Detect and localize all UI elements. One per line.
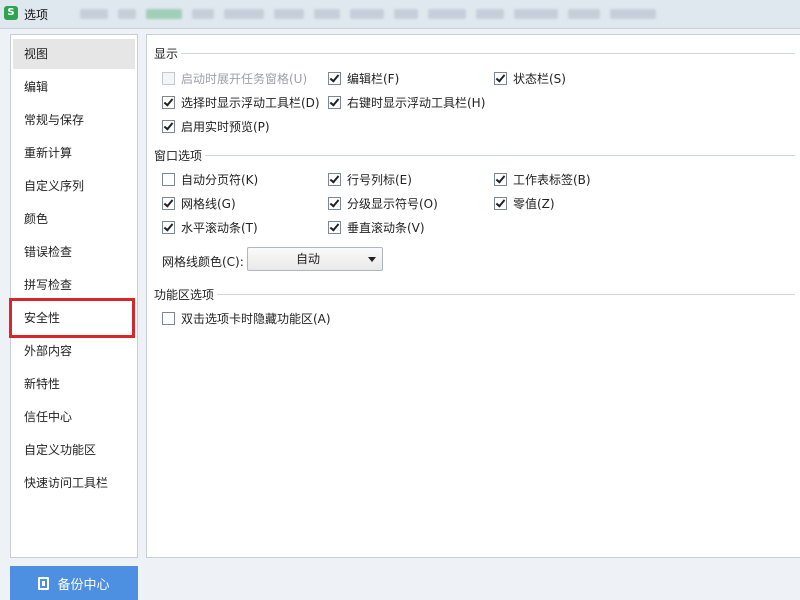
title-bar: S 选项 [0, 0, 800, 29]
backup-icon [38, 576, 50, 590]
checkbox-gridlines[interactable] [162, 196, 175, 210]
option-outline-symbols[interactable]: 分级显示符号(O) [328, 195, 438, 211]
sidebar-item-new-features[interactable]: 新特性 [13, 369, 135, 399]
option-status-bar[interactable]: 状态栏(S) [494, 70, 566, 86]
option-float-toolbar-on-right-click[interactable]: 右键时显示浮动工具栏(H) [328, 94, 485, 110]
sidebar-item-color[interactable]: 颜色 [13, 204, 135, 234]
gridline-color-label: 网格线颜色(C): [162, 255, 244, 269]
checkbox-auto-page-break[interactable] [162, 172, 175, 186]
checkbox-sheet-tabs[interactable] [494, 172, 507, 186]
blurred-background-toolbar [80, 9, 800, 19]
app-logo-icon: S [4, 6, 18, 20]
checkbox-expand-task-pane[interactable] [162, 71, 175, 85]
window-title: 选项 [24, 8, 49, 22]
checkbox-float-toolbar-on-select[interactable] [162, 95, 175, 109]
sidebar-item-security[interactable]: 安全性 [13, 303, 135, 333]
display-group-divider [181, 53, 795, 54]
option-zero-values[interactable]: 零值(Z) [494, 195, 555, 211]
sidebar-item-error-check[interactable]: 错误检查 [13, 237, 135, 267]
checkbox-live-preview[interactable] [162, 119, 175, 133]
window-options-group-divider [205, 155, 795, 156]
option-sheet-tabs[interactable]: 工作表标签(B) [494, 171, 591, 187]
option-float-toolbar-on-select[interactable]: 选择时显示浮动工具栏(D) [162, 94, 320, 110]
sidebar-item-edit[interactable]: 编辑 [13, 72, 135, 102]
checkbox-outline-symbols[interactable] [328, 196, 341, 210]
sidebar-item-external-content[interactable]: 外部内容 [13, 336, 135, 366]
sidebar-item-spell-check[interactable]: 拼写检查 [13, 270, 135, 300]
option-auto-page-break[interactable]: 自动分页符(K) [162, 171, 258, 187]
option-row-col-headers[interactable]: 行号列标(E) [328, 171, 412, 187]
backup-center-label: 备份中心 [57, 577, 110, 593]
option-live-preview[interactable]: 启用实时预览(P) [162, 118, 270, 134]
options-panel: 显示 启动时展开任务窗格(U) 编辑栏(F) 状态栏(S) 选择时显示浮动工具栏… [146, 34, 800, 558]
checkbox-formula-bar[interactable] [328, 71, 341, 85]
option-formula-bar[interactable]: 编辑栏(F) [328, 70, 399, 86]
sidebar-item-customize-ribbon[interactable]: 自定义功能区 [13, 435, 135, 465]
sidebar-item-general-save[interactable]: 常规与保存 [13, 105, 135, 135]
sidebar-item-recalculate[interactable]: 重新计算 [13, 138, 135, 168]
ribbon-options-group-title: 功能区选项 [154, 288, 215, 302]
option-gridlines[interactable]: 网格线(G) [162, 195, 236, 211]
checkbox-horizontal-scrollbar[interactable] [162, 220, 175, 234]
gridline-color-select[interactable]: 自动 [247, 247, 383, 271]
checkbox-status-bar[interactable] [494, 71, 507, 85]
sidebar-item-view[interactable]: 视图 [13, 39, 135, 69]
backup-center-button[interactable]: 备份中心 [10, 566, 138, 600]
display-group-title: 显示 [154, 47, 179, 61]
checkbox-float-toolbar-on-right-click[interactable] [328, 95, 341, 109]
window-options-group-title: 窗口选项 [154, 149, 203, 163]
checkbox-row-col-headers[interactable] [328, 172, 341, 186]
checkbox-zero-values[interactable] [494, 196, 507, 210]
checkbox-vertical-scrollbar[interactable] [328, 220, 341, 234]
option-horizontal-scrollbar[interactable]: 水平滚动条(T) [162, 219, 258, 235]
option-hide-ribbon-on-double-click[interactable]: 双击选项卡时隐藏功能区(A) [162, 310, 331, 326]
checkbox-hide-ribbon-on-double-click[interactable] [162, 311, 175, 325]
chevron-down-icon [368, 257, 376, 262]
option-expand-task-pane[interactable]: 启动时展开任务窗格(U) [162, 70, 307, 86]
ribbon-options-group-divider [217, 294, 795, 295]
gridline-color-value: 自动 [295, 252, 320, 266]
options-category-list: 视图 编辑 常规与保存 重新计算 自定义序列 颜色 错误检查 拼写检查 安全性 … [10, 34, 138, 558]
sidebar-item-quick-access-toolbar[interactable]: 快速访问工具栏 [13, 468, 135, 498]
sidebar-item-custom-lists[interactable]: 自定义序列 [13, 171, 135, 201]
option-vertical-scrollbar[interactable]: 垂直滚动条(V) [328, 219, 425, 235]
sidebar-item-trust-center[interactable]: 信任中心 [13, 402, 135, 432]
